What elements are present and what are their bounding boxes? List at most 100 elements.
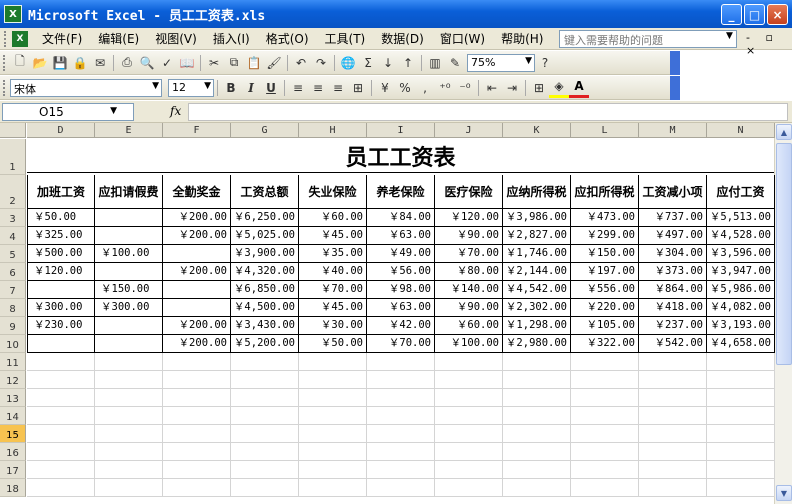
data-cell[interactable]: ￥40.00 bbox=[299, 263, 367, 281]
empty-cell[interactable] bbox=[435, 353, 503, 371]
empty-cell[interactable] bbox=[571, 353, 639, 371]
empty-cell[interactable] bbox=[503, 389, 571, 407]
data-cell[interactable]: ￥2,827.00 bbox=[503, 227, 571, 245]
data-cell[interactable] bbox=[163, 281, 231, 299]
empty-cell[interactable] bbox=[367, 407, 435, 425]
empty-cell[interactable] bbox=[367, 389, 435, 407]
empty-cell[interactable] bbox=[639, 461, 707, 479]
data-cell[interactable]: ￥5,025.00 bbox=[231, 227, 299, 245]
excel-app-icon[interactable]: X bbox=[4, 5, 22, 23]
menu-tools[interactable]: 工具(T) bbox=[317, 30, 374, 47]
empty-cell[interactable] bbox=[27, 353, 95, 371]
menu-insert[interactable]: 插入(I) bbox=[205, 30, 258, 47]
empty-cell[interactable] bbox=[231, 425, 299, 443]
name-box-dropdown-icon[interactable]: ▼ bbox=[110, 106, 117, 116]
data-cell[interactable] bbox=[95, 263, 163, 281]
empty-cell[interactable] bbox=[95, 389, 163, 407]
empty-cell[interactable] bbox=[503, 479, 571, 497]
empty-cell[interactable] bbox=[367, 371, 435, 389]
data-cell[interactable]: ￥120.00 bbox=[27, 263, 95, 281]
menu-edit[interactable]: 编辑(E) bbox=[90, 30, 147, 47]
print-preview-icon[interactable]: 🔍 bbox=[137, 53, 157, 73]
empty-cell[interactable] bbox=[707, 461, 775, 479]
merge-center-icon[interactable]: ⊞ bbox=[348, 78, 368, 98]
row-header[interactable]: 15 bbox=[0, 425, 26, 443]
data-cell[interactable]: ￥140.00 bbox=[435, 281, 503, 299]
row-header[interactable]: 5 bbox=[0, 245, 26, 263]
empty-cell[interactable] bbox=[367, 461, 435, 479]
spelling-icon[interactable]: ✓ bbox=[157, 53, 177, 73]
data-cell[interactable]: ￥1,298.00 bbox=[503, 317, 571, 335]
data-cell[interactable]: ￥98.00 bbox=[367, 281, 435, 299]
menu-file[interactable]: 文件(F) bbox=[34, 30, 90, 47]
empty-cell[interactable] bbox=[571, 371, 639, 389]
empty-cell[interactable] bbox=[639, 389, 707, 407]
empty-cell[interactable] bbox=[367, 443, 435, 461]
hyperlink-icon[interactable]: 🌐 bbox=[338, 53, 358, 73]
align-center-icon[interactable]: ≡ bbox=[308, 78, 328, 98]
empty-cell[interactable] bbox=[639, 353, 707, 371]
print-icon[interactable]: ⎙ bbox=[117, 53, 137, 73]
open-icon[interactable]: 📂 bbox=[30, 53, 50, 73]
empty-cell[interactable] bbox=[163, 479, 231, 497]
empty-cell[interactable] bbox=[435, 461, 503, 479]
data-cell[interactable]: ￥4,542.00 bbox=[503, 281, 571, 299]
empty-cell[interactable] bbox=[367, 479, 435, 497]
empty-cell[interactable] bbox=[299, 389, 367, 407]
menu-help[interactable]: 帮助(H) bbox=[493, 30, 551, 47]
empty-cell[interactable] bbox=[231, 443, 299, 461]
data-cell[interactable]: ￥300.00 bbox=[95, 299, 163, 317]
data-cell[interactable] bbox=[95, 209, 163, 227]
increase-decimal-icon[interactable]: ⁺⁰ bbox=[435, 78, 455, 98]
insert-function-icon[interactable]: fx bbox=[170, 104, 181, 118]
empty-cell[interactable] bbox=[163, 389, 231, 407]
empty-cell[interactable] bbox=[503, 371, 571, 389]
data-cell[interactable]: ￥4,500.00 bbox=[231, 299, 299, 317]
toolbar-options-icon[interactable] bbox=[670, 76, 680, 100]
data-cell[interactable]: ￥497.00 bbox=[639, 227, 707, 245]
data-cell[interactable]: ￥70.00 bbox=[435, 245, 503, 263]
empty-cell[interactable] bbox=[299, 407, 367, 425]
empty-cell[interactable] bbox=[571, 461, 639, 479]
data-cell[interactable]: ￥6,850.00 bbox=[231, 281, 299, 299]
empty-cell[interactable] bbox=[435, 389, 503, 407]
scroll-down-icon[interactable]: ▼ bbox=[776, 485, 792, 501]
empty-cell[interactable] bbox=[163, 353, 231, 371]
empty-cell[interactable] bbox=[639, 371, 707, 389]
email-icon[interactable]: ✉ bbox=[90, 53, 110, 73]
font-name-select[interactable]: 宋体 ▼ bbox=[10, 78, 162, 97]
toolbar-options-icon[interactable] bbox=[670, 51, 680, 75]
table-header-cell[interactable]: 工资总额 bbox=[231, 175, 299, 209]
research-icon[interactable]: 📖 bbox=[177, 53, 197, 73]
data-cell[interactable]: ￥200.00 bbox=[163, 227, 231, 245]
empty-cell[interactable] bbox=[707, 407, 775, 425]
empty-cell[interactable] bbox=[571, 425, 639, 443]
empty-cell[interactable] bbox=[639, 443, 707, 461]
font-size-dropdown-icon[interactable]: ▼ bbox=[204, 81, 211, 91]
sort-ascending-icon[interactable]: ↓ bbox=[378, 53, 398, 73]
table-header-cell[interactable]: 工资减小项 bbox=[639, 175, 707, 209]
data-cell[interactable]: ￥3,947.00 bbox=[707, 263, 775, 281]
row-header[interactable]: 2 bbox=[0, 175, 26, 209]
column-header[interactable]: J bbox=[435, 123, 503, 138]
row-header[interactable]: 8 bbox=[0, 299, 26, 317]
decrease-decimal-icon[interactable]: ⁻⁰ bbox=[455, 78, 475, 98]
row-header[interactable]: 10 bbox=[0, 335, 26, 353]
row-header[interactable]: 16 bbox=[0, 443, 26, 461]
align-right-icon[interactable]: ≡ bbox=[328, 78, 348, 98]
comma-style-button[interactable]: , bbox=[415, 78, 435, 98]
scroll-thumb[interactable] bbox=[776, 143, 792, 365]
empty-cell[interactable] bbox=[163, 443, 231, 461]
data-cell[interactable]: ￥45.00 bbox=[299, 227, 367, 245]
toolbar-grip[interactable] bbox=[3, 54, 6, 71]
data-cell[interactable]: ￥737.00 bbox=[639, 209, 707, 227]
data-cell[interactable]: ￥542.00 bbox=[639, 335, 707, 353]
data-cell[interactable]: ￥220.00 bbox=[571, 299, 639, 317]
row-header[interactable]: 17 bbox=[0, 461, 26, 479]
data-cell[interactable]: ￥200.00 bbox=[163, 335, 231, 353]
sheet-title[interactable]: 员工工资表 bbox=[27, 139, 774, 173]
italic-button[interactable]: I bbox=[241, 78, 261, 98]
cut-icon[interactable]: ✂ bbox=[204, 53, 224, 73]
table-header-cell[interactable]: 医疗保险 bbox=[435, 175, 503, 209]
workbook-window-controls[interactable]: - ▫ × bbox=[746, 31, 792, 57]
